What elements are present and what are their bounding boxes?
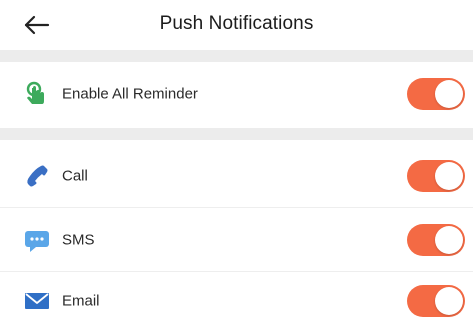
envelope-icon [25,292,49,309]
message-bubble-icon [25,231,49,252]
toggle-knob [435,162,463,190]
setting-row-sms: SMS [0,208,473,272]
phone-icon [27,165,48,187]
setting-label: Email [62,292,100,309]
toggle-knob [435,286,463,315]
setting-row-enable-all: Enable All Reminder [0,62,473,126]
setting-row-call: Call [0,144,473,208]
section-separator [0,50,473,62]
setting-label: Enable All Reminder [62,85,198,103]
setting-label: SMS [62,231,95,249]
page-title: Push Notifications [159,13,314,34]
touch-hand-icon [26,81,44,104]
setting-row-email: Email [0,272,473,329]
app-header: Push Notifications [0,0,473,50]
enable-all-reminder-toggle[interactable] [407,78,465,110]
section-separator [0,128,473,140]
email-toggle[interactable] [407,284,465,317]
sms-toggle[interactable] [407,224,465,256]
setting-label: Call [62,167,88,185]
toggle-knob [435,226,463,254]
toggle-knob [435,80,463,108]
call-toggle[interactable] [407,160,465,192]
